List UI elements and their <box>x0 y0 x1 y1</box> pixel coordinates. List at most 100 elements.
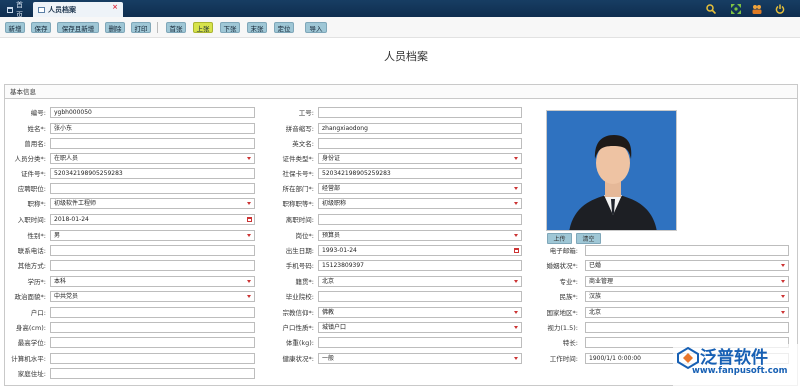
select-field[interactable]: 已婚 <box>585 260 789 271</box>
field-value: 中共党员 <box>54 293 79 300</box>
text-field[interactable]: ygbh000050 <box>50 107 255 118</box>
dropdown-arrow-icon[interactable] <box>247 295 251 298</box>
select-field[interactable]: 初级职称 <box>318 198 522 209</box>
select-field[interactable]: 在职人员 <box>50 153 255 164</box>
field-value: 汉族 <box>589 293 602 300</box>
dropdown-arrow-icon[interactable] <box>781 280 785 283</box>
field-label: 英文名: <box>292 140 314 148</box>
power-icon[interactable] <box>775 4 785 14</box>
last-record-button[interactable]: 末张 <box>247 22 267 33</box>
text-field[interactable] <box>50 322 255 333</box>
dropdown-arrow-icon[interactable] <box>514 157 518 160</box>
toolbar: 新增 保存 保存且新增 删除 打印 首张 上张 下张 末张 定位 导入 <box>0 17 800 38</box>
field-label: 姓名*: <box>27 125 46 133</box>
dropdown-arrow-icon[interactable] <box>781 311 785 314</box>
text-field[interactable] <box>50 245 255 256</box>
text-field[interactable] <box>50 260 255 271</box>
add-button[interactable]: 新增 <box>5 22 25 33</box>
text-field[interactable] <box>318 107 522 118</box>
text-field[interactable] <box>585 322 789 333</box>
select-field[interactable]: 汉族 <box>585 291 789 302</box>
select-field[interactable]: 一般 <box>318 353 522 364</box>
dropdown-arrow-icon[interactable] <box>247 157 251 160</box>
field-label: 职称职等*: <box>282 200 314 208</box>
select-field[interactable]: 城镇户口 <box>318 322 522 333</box>
home-icon <box>7 6 13 13</box>
field-label: 所在部门*: <box>282 185 314 193</box>
date-field[interactable]: 1993-01-24 <box>318 245 522 256</box>
tab-home[interactable]: 首页 <box>2 1 32 19</box>
text-field[interactable] <box>50 353 255 364</box>
select-field[interactable]: 北京 <box>318 276 522 287</box>
save-and-add-button[interactable]: 保存且新增 <box>57 22 99 33</box>
dropdown-arrow-icon[interactable] <box>514 311 518 314</box>
field-label: 毕业院校: <box>285 293 314 301</box>
calendar-icon[interactable] <box>247 217 252 222</box>
dropdown-arrow-icon[interactable] <box>514 187 518 190</box>
dropdown-arrow-icon[interactable] <box>781 264 785 267</box>
select-field[interactable]: 本科 <box>50 276 255 287</box>
text-field[interactable] <box>50 337 255 348</box>
dropdown-arrow-icon[interactable] <box>514 326 518 329</box>
upload-photo-button[interactable]: 上传 <box>547 233 572 244</box>
tab-personnel-file[interactable]: 人员档案 × <box>33 2 123 17</box>
text-field[interactable] <box>50 307 255 318</box>
select-field[interactable]: 男 <box>50 230 255 241</box>
text-field[interactable] <box>50 183 255 194</box>
tab-close-icon[interactable]: × <box>112 3 118 11</box>
field-label: 曾用名: <box>24 140 46 148</box>
users-icon[interactable] <box>752 4 762 14</box>
dropdown-arrow-icon[interactable] <box>247 234 251 237</box>
dropdown-arrow-icon[interactable] <box>514 280 518 283</box>
import-button[interactable]: 导入 <box>305 22 327 33</box>
dropdown-arrow-icon[interactable] <box>514 234 518 237</box>
field-value: 预算员 <box>322 232 341 239</box>
field-label: 工号: <box>298 109 314 117</box>
select-field[interactable]: 佛教 <box>318 307 522 318</box>
print-button[interactable]: 打印 <box>131 22 151 33</box>
dropdown-arrow-icon[interactable] <box>514 202 518 205</box>
text-field[interactable] <box>50 368 255 379</box>
text-field[interactable]: 15123809397 <box>318 260 522 271</box>
previous-record-button[interactable]: 上张 <box>193 22 213 33</box>
field-label: 性别*: <box>27 232 46 240</box>
save-button[interactable]: 保存 <box>31 22 51 33</box>
field-value: 佛教 <box>322 309 335 316</box>
search-icon[interactable] <box>706 4 716 14</box>
text-field[interactable] <box>318 214 522 225</box>
select-field[interactable]: 身份证 <box>318 153 522 164</box>
select-field[interactable]: 商业管理 <box>585 276 789 287</box>
text-field[interactable] <box>50 138 255 149</box>
text-field[interactable]: 张小东 <box>50 123 255 134</box>
date-field[interactable]: 2018-01-24 <box>50 214 255 225</box>
select-field[interactable]: 北京 <box>585 307 789 318</box>
field-value: 1993-01-24 <box>322 247 357 254</box>
dropdown-arrow-icon[interactable] <box>781 295 785 298</box>
next-record-button[interactable]: 下张 <box>220 22 240 33</box>
dropdown-arrow-icon[interactable] <box>247 202 251 205</box>
dropdown-arrow-icon[interactable] <box>247 280 251 283</box>
field-value: ygbh000050 <box>54 109 92 116</box>
field-value: 1900/1/1 0:00:00 <box>589 355 641 362</box>
fullscreen-icon[interactable] <box>731 4 741 14</box>
text-field[interactable] <box>318 337 522 348</box>
dropdown-arrow-icon[interactable] <box>514 357 518 360</box>
select-field[interactable]: 初级软件工程师 <box>50 198 255 209</box>
field-value: 已婚 <box>589 262 602 269</box>
calendar-icon[interactable] <box>514 248 519 253</box>
text-field[interactable] <box>318 291 522 302</box>
text-field[interactable] <box>318 138 522 149</box>
text-field[interactable]: 520342198905259283 <box>318 168 522 179</box>
text-field[interactable] <box>585 245 789 256</box>
text-field[interactable]: zhangxiaodong <box>318 123 522 134</box>
locate-button[interactable]: 定位 <box>274 22 294 33</box>
select-field[interactable]: 中共党员 <box>50 291 255 302</box>
select-field[interactable]: 预算员 <box>318 230 522 241</box>
field-value: 本科 <box>54 278 67 285</box>
field-label: 国家地区*: <box>546 309 578 317</box>
text-field[interactable]: 520342198905259283 <box>50 168 255 179</box>
first-record-button[interactable]: 首张 <box>166 22 186 33</box>
select-field[interactable]: 经营部 <box>318 183 522 194</box>
delete-button[interactable]: 删除 <box>105 22 125 33</box>
clear-photo-button[interactable]: 清空 <box>576 233 601 244</box>
